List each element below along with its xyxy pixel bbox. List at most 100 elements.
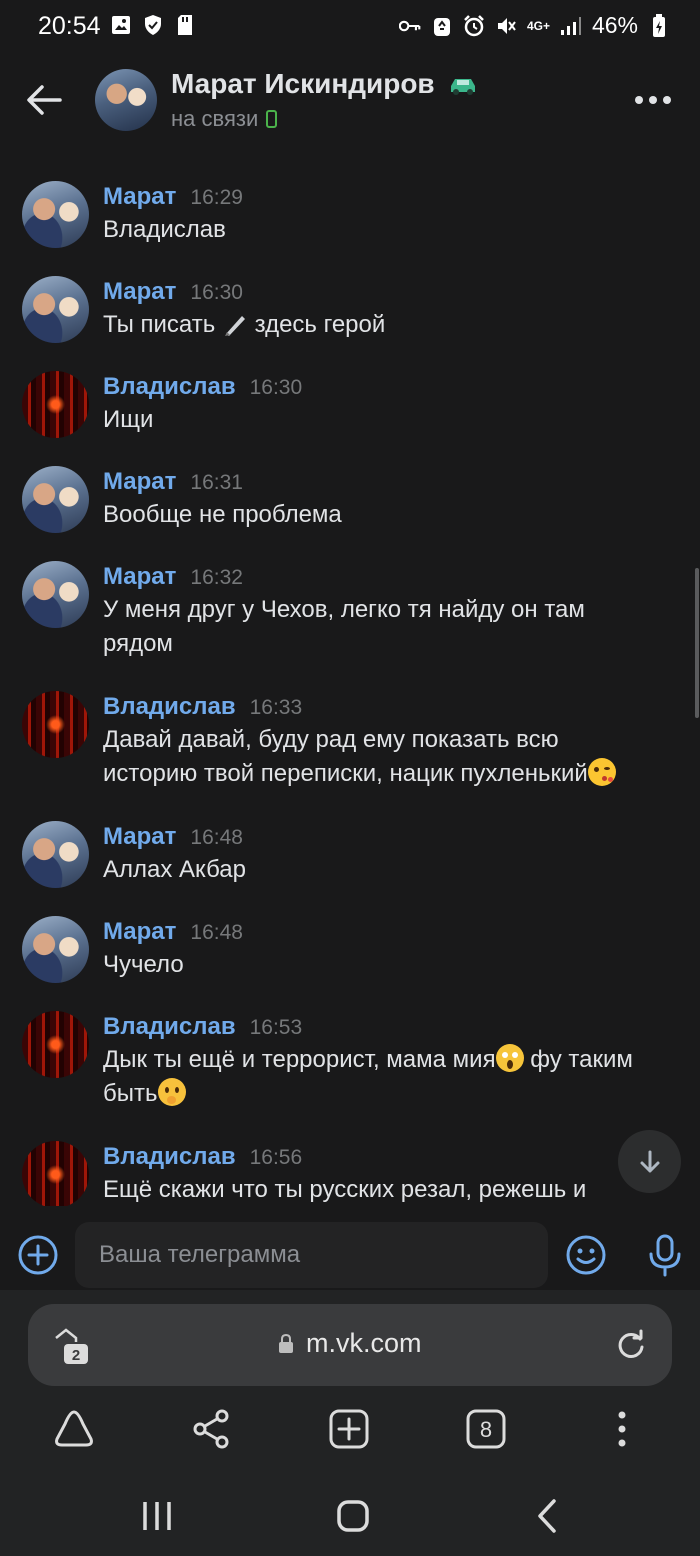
share-icon[interactable] <box>188 1405 236 1453</box>
message-input[interactable]: Ваша телеграмма <box>75 1222 548 1288</box>
sender-name[interactable]: Марат 16:48 <box>103 823 243 851</box>
message-line-with-emoji: историю твой переписки, нацик пухленький <box>103 757 678 791</box>
sd-card-icon <box>174 14 196 36</box>
sender-avatar[interactable] <box>22 276 89 343</box>
sender-name-text: Владислав <box>103 693 236 720</box>
gallery-icon <box>110 14 132 36</box>
message-time: 16:32 <box>190 566 243 589</box>
attach-plus-icon[interactable] <box>16 1233 60 1277</box>
status-bar: 20:54 4G+ 46% <box>0 0 700 52</box>
open-tabs-count: 8 <box>480 1417 492 1442</box>
sender-name[interactable]: Владислав 16:56 <box>103 1143 302 1171</box>
scroll-down-button[interactable] <box>618 1130 681 1193</box>
shield-icon <box>142 14 164 36</box>
mobile-online-icon <box>266 110 278 128</box>
message-list[interactable]: Марат 16:29 Владислав Марат 16:30 Ты писат… <box>0 148 700 1206</box>
url-display[interactable]: m.vk.com <box>278 1328 422 1359</box>
back-arrow-icon[interactable] <box>22 78 66 122</box>
message-line: историю твой переписки, нацик пухленький <box>103 760 588 787</box>
url-text: m.vk.com <box>306 1328 422 1358</box>
sender-avatar[interactable] <box>22 691 89 758</box>
message-time: 16:56 <box>249 1146 303 1169</box>
alarm-icon <box>463 14 485 37</box>
network-type: 4G+ <box>526 18 550 33</box>
mute-icon <box>495 15 517 37</box>
browser-tools: 8 <box>0 1405 700 1465</box>
recycle-icon <box>431 15 453 37</box>
car-icon <box>448 70 478 102</box>
sender-name-text: Марат <box>103 468 177 495</box>
microphone-icon[interactable] <box>645 1233 685 1277</box>
sender-name[interactable]: Владислав 16:30 <box>103 373 302 401</box>
address-bar[interactable]: 2 m.vk.com <box>28 1304 672 1386</box>
message-line: рядом <box>103 630 173 657</box>
recent-apps-icon[interactable] <box>137 1496 177 1536</box>
sender-name[interactable]: Владислав 16:33 <box>103 693 302 721</box>
sender-avatar[interactable] <box>22 916 89 983</box>
message-line: Ещё скажи что ты русских резал, режешь и <box>103 1176 587 1203</box>
message-text: Дык ты ещё и террорист, мама мия фу таки… <box>103 1043 678 1111</box>
battery-icon <box>648 13 670 37</box>
sender-name-text: Марат <box>103 823 177 850</box>
message-time: 16:48 <box>190 826 243 849</box>
message-line: Давай давай, буду рад ему показать всю <box>103 726 559 753</box>
sender-name[interactable]: Марат 16:31 <box>103 468 243 496</box>
signal-icon <box>560 15 582 37</box>
sender-avatar[interactable] <box>22 1141 89 1206</box>
message-time: 16:48 <box>190 921 243 944</box>
scrollbar-thumb[interactable] <box>695 568 699 718</box>
sender-name[interactable]: Марат 16:29 <box>103 183 243 211</box>
message-time: 16:29 <box>190 186 243 209</box>
sender-name[interactable]: Марат 16:32 <box>103 563 243 591</box>
sender-name[interactable]: Марат 16:48 <box>103 918 243 946</box>
battery-percent: 46% <box>591 12 638 38</box>
home-nav-icon[interactable] <box>333 1496 373 1536</box>
message-line-with-emoji: Дык ты ещё и террорист, мама мия фу таки… <box>103 1043 678 1077</box>
sender-name-text: Марат <box>103 183 177 210</box>
back-nav-icon[interactable] <box>528 1496 568 1536</box>
kiss-emoji-icon <box>587 758 616 786</box>
reload-icon[interactable] <box>616 1329 646 1361</box>
sender-name-text: Владислав <box>103 1143 236 1170</box>
scream-emoji-icon <box>495 1044 524 1072</box>
contact-name-wrapper[interactable]: Марат Искиндиров <box>171 68 478 102</box>
sender-name[interactable]: Марат 16:30 <box>103 278 243 306</box>
sender-avatar[interactable] <box>22 561 89 628</box>
message-text: Владислав <box>103 216 226 243</box>
sender-avatar[interactable] <box>22 181 89 248</box>
sender-name-text: Марат <box>103 918 177 945</box>
key-icon <box>398 15 421 37</box>
sender-name-text: Владислав <box>103 1013 236 1040</box>
sender-avatar[interactable] <box>22 821 89 888</box>
message-line: Дык ты ещё и террорист, мама мия <box>103 1046 496 1073</box>
tabs-icon[interactable]: 2 <box>52 1324 92 1368</box>
sender-avatar[interactable] <box>22 371 89 438</box>
sender-name[interactable]: Владислав 16:53 <box>103 1013 302 1041</box>
contact-avatar[interactable] <box>95 69 157 131</box>
message-line: быть <box>103 1080 158 1107</box>
tabs-count: 2 <box>72 1347 80 1364</box>
message-time: 16:31 <box>190 471 243 494</box>
open-tabs-button[interactable]: 8 <box>462 1405 510 1453</box>
more-options-icon[interactable] <box>632 90 674 110</box>
emoji-smile-icon[interactable] <box>564 1233 608 1277</box>
contact-name: Марат Искиндиров <box>171 68 435 99</box>
message-text-part: здесь герой <box>254 311 386 338</box>
sender-name-text: Владислав <box>103 373 236 400</box>
message-text: У меня друг у Чехов, легко тя найду он т… <box>103 593 678 661</box>
lock-icon <box>279 1333 293 1353</box>
message-text: Давай давай, буду рад ему показать всю и… <box>103 723 678 791</box>
message-time: 16:33 <box>249 696 303 719</box>
browser-menu-icon[interactable] <box>598 1405 646 1453</box>
new-tab-icon[interactable] <box>325 1405 373 1453</box>
message-text: Аллах Акбар <box>103 856 246 883</box>
sender-avatar[interactable] <box>22 466 89 533</box>
contact-status: на связи <box>171 106 278 132</box>
sender-name-text: Марат <box>103 278 177 305</box>
message-text: Вообще не проблема <box>103 501 342 528</box>
message-text: Ищи <box>103 406 154 433</box>
home-icon[interactable] <box>50 1405 98 1453</box>
sender-avatar[interactable] <box>22 1011 89 1078</box>
message-text-part: Ты писать <box>103 311 222 338</box>
message-line: фу таким <box>523 1046 633 1073</box>
